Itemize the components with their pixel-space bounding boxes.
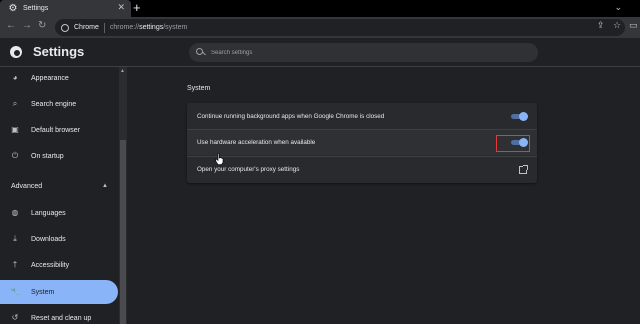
sidebar-item-reset[interactable]: ↺ Reset and clean up [0,306,118,324]
tab-settings[interactable]: ⚙ Settings ✕ [0,0,131,17]
page-title: Settings [33,44,85,59]
address-bar[interactable]: Chrome chrome://settings/system [55,19,625,36]
browser-toolbar: ← → ↻ Chrome chrome://settings/system ⇪ … [0,17,640,38]
wrench-icon: 🔧 [10,287,20,296]
setting-label: Use hardware acceleration when available [197,139,316,146]
search-box[interactable] [189,43,538,62]
reload-icon[interactable]: ↻ [38,21,46,31]
side-panel-icon[interactable]: ▭ [629,21,638,30]
chrome-logo-icon [10,46,22,58]
close-icon[interactable]: ✕ [117,3,125,12]
sidebar: ◕ Appearance ⌕ Search engine ▣ Default b… [0,67,127,324]
highlight-box [496,135,530,152]
main-content: System Continue running background apps … [127,67,640,324]
tab-strip: ⚙ Settings ✕ + ⌄ [0,0,640,17]
star-icon[interactable]: ☆ [613,21,621,30]
sidebar-item-label: Reset and clean up [31,314,92,322]
setting-label: Open your computer's proxy settings [197,166,300,173]
browser-icon: ▣ [11,125,19,134]
accessibility-icon: † [12,260,18,269]
setting-row-background-apps[interactable]: Continue running background apps when Go… [187,103,537,129]
sidebar-item-label: Downloads [31,235,66,243]
sidebar-item-label: Languages [31,209,66,217]
gear-icon: ⚙ [8,2,18,14]
search-icon [196,48,205,57]
system-settings-card: Continue running background apps when Go… [187,103,537,183]
section-title: System [187,85,211,92]
chrome-icon [61,23,69,32]
scroll-up-icon[interactable]: ▲ [120,68,125,74]
sidebar-item-label: Appearance [31,74,69,82]
url-text: chrome://settings/system [109,24,188,31]
new-tab-button[interactable]: + [133,1,141,14]
background-apps-toggle[interactable] [511,111,528,121]
advanced-section-toggle[interactable]: Advanced [11,183,42,190]
back-icon[interactable]: ← [6,21,16,31]
sidebar-item-default-browser[interactable]: ▣ Default browser [0,118,118,142]
search-input[interactable] [211,49,511,56]
setting-label: Continue running background apps when Go… [197,112,385,120]
tab-title: Settings [23,5,49,12]
search-icon: ⌕ [12,99,18,108]
sidebar-item-label: System [31,288,55,296]
sidebar-scrollbar-thumb[interactable] [120,140,126,324]
sidebar-item-label: Default browser [31,126,81,134]
sidebar-item-languages[interactable]: ◍ Languages [0,201,118,225]
setting-row-proxy[interactable]: Open your computer's proxy settings [187,156,537,182]
reset-icon: ↺ [11,313,19,322]
chevron-up-icon[interactable]: ▲ [102,183,108,189]
forward-icon[interactable]: → [22,21,32,31]
sidebar-item-accessibility[interactable]: † Accessibility [0,253,118,277]
power-icon: ⏻ [11,151,19,160]
download-icon: ⤓ [13,234,17,243]
tab-search-icon[interactable]: ⌄ [614,2,622,13]
share-icon[interactable]: ⇪ [597,21,605,30]
hand-cursor-icon [215,153,224,165]
settings-header: Settings [0,38,640,67]
sidebar-item-label: Search engine [31,100,77,108]
external-link-icon[interactable] [519,164,528,174]
sidebar-item-label: On startup [31,152,64,160]
globe-icon: ◍ [11,208,19,217]
sidebar-item-label: Accessibility [31,261,70,269]
setting-row-hardware-acceleration[interactable]: Use hardware acceleration when available [187,129,537,155]
sidebar-item-system[interactable]: 🔧 System [0,280,118,304]
sidebar-item-on-startup[interactable]: ⏻ On startup [0,144,118,168]
sidebar-item-appearance[interactable]: ◕ Appearance [0,66,118,90]
sidebar-item-downloads[interactable]: ⤓ Downloads [0,227,118,251]
divider [103,22,105,33]
site-chip: Chrome [74,24,99,31]
sidebar-item-search-engine[interactable]: ⌕ Search engine [0,92,118,116]
palette-icon: ◕ [12,73,18,82]
